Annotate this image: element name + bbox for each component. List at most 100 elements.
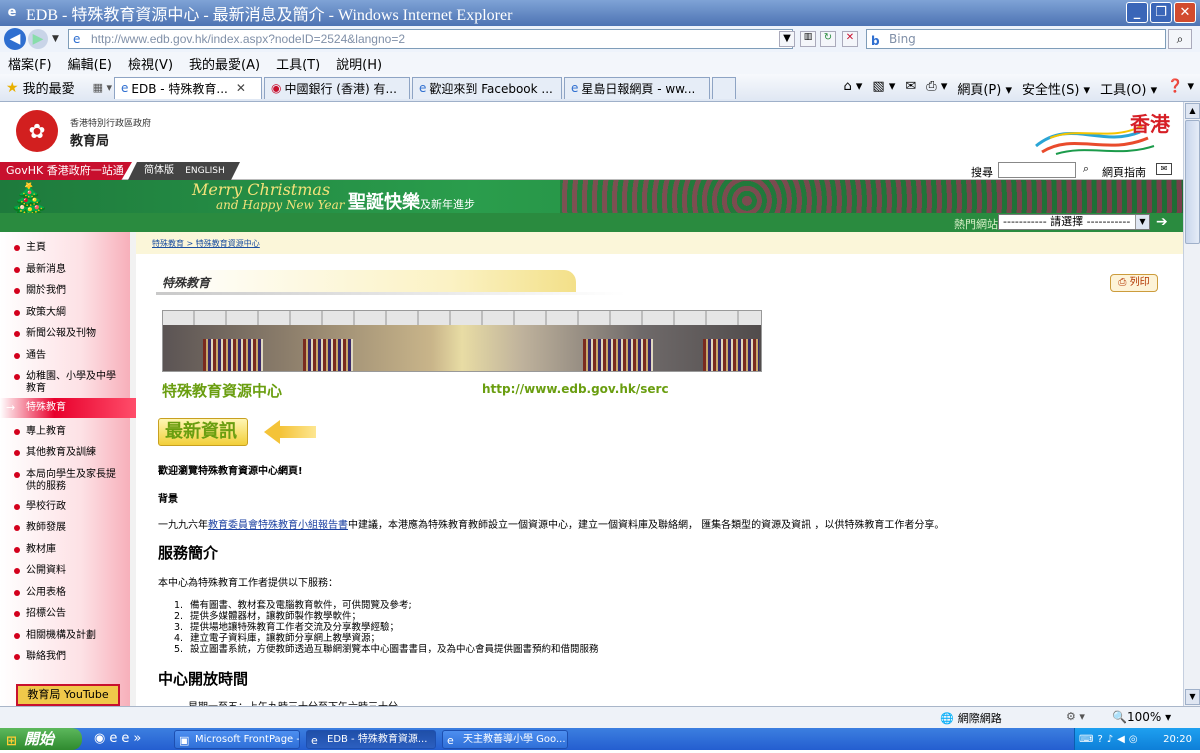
minimize-button[interactable]: _ bbox=[1126, 2, 1148, 23]
menu-view[interactable]: 檢視(V) bbox=[128, 54, 173, 73]
menu-favorites[interactable]: 我的最愛(A) bbox=[189, 54, 260, 73]
sidebar-item-public-info[interactable]: 公開資料 bbox=[0, 565, 130, 577]
tab-edb[interactable]: e EDB - 特殊教育... ✕ bbox=[114, 76, 262, 99]
taskbar-frontpage[interactable]: ▣Microsoft FrontPage - ... bbox=[174, 730, 300, 749]
site-search-input[interactable] bbox=[998, 162, 1076, 178]
sidebar-item-resources[interactable]: 教材庫 bbox=[0, 544, 130, 556]
zoom-control[interactable]: 🔍100% ▾ bbox=[1112, 710, 1171, 724]
menu-help[interactable]: 說明(H) bbox=[336, 54, 382, 73]
sidebar-item-related-orgs[interactable]: 相關機構及計劃 bbox=[0, 630, 130, 642]
help-icon[interactable]: ❓ ▾ bbox=[1167, 79, 1194, 98]
tab-singtao[interactable]: e 星島日報網頁 - ww... bbox=[564, 76, 710, 99]
sidebar-item-school-admin[interactable]: 學校行政 bbox=[0, 501, 130, 513]
sidebar-item-home[interactable]: 主頁 bbox=[0, 242, 130, 254]
tab-facebook[interactable]: e 歡迎來到 Facebook ... bbox=[412, 76, 562, 99]
taskbar-edb[interactable]: e EDB - 特殊教育資源... bbox=[306, 730, 436, 749]
youtube-banner[interactable]: 教育局 YouTube bbox=[16, 684, 120, 706]
taskbar-catholic-school[interactable]: e 天主教善導小學 Goo... bbox=[442, 730, 568, 749]
sidebar-item-about[interactable]: 關於我們 bbox=[0, 285, 130, 297]
close-tab-icon[interactable]: ✕ bbox=[236, 81, 246, 95]
refresh-icon[interactable]: ↻ bbox=[820, 31, 836, 47]
new-tab-button[interactable] bbox=[712, 76, 736, 99]
zone-indicator: 🌐 網際網路 bbox=[940, 711, 1002, 726]
forward-button[interactable]: ▶ bbox=[28, 29, 48, 49]
contact-mail-icon[interactable]: ✉ bbox=[1156, 163, 1172, 175]
sidebar-item-teacher-dev[interactable]: 教師發展 bbox=[0, 522, 130, 534]
search-icon[interactable]: ⌕ bbox=[1168, 29, 1192, 49]
sidebar-item-policy[interactable]: 政策大綱 bbox=[0, 307, 130, 319]
frontpage-icon: ▣ bbox=[179, 734, 190, 747]
mail-icon[interactable]: ✉ bbox=[905, 79, 916, 98]
scroll-thumb[interactable] bbox=[1185, 120, 1200, 244]
close-button[interactable]: ✕ bbox=[1174, 2, 1196, 23]
menu-file[interactable]: 檔案(F) bbox=[8, 54, 52, 73]
menu-edit[interactable]: 編輯(E) bbox=[68, 54, 112, 73]
dept-name[interactable]: 教育局 bbox=[70, 130, 109, 149]
breadcrumb[interactable]: 特殊教育 > 特殊教育資源中心 bbox=[152, 238, 260, 249]
protected-mode-icon[interactable]: ⚙ ▾ bbox=[1066, 710, 1085, 723]
overflow-icon[interactable]: » bbox=[133, 731, 141, 746]
sidebar-item-services[interactable]: 本局向學生及家長提供的服務 bbox=[0, 469, 118, 493]
hot-sites-select[interactable]: ----------- 請選擇 ----------- ▼ bbox=[998, 214, 1150, 230]
favorites-button[interactable]: ★ 我的最愛 bbox=[6, 78, 75, 98]
print-icon[interactable]: ⎙ ▾ bbox=[926, 79, 947, 98]
quick-tabs-icon[interactable]: ▦ ▾ bbox=[93, 81, 112, 94]
compat-view-icon[interactable]: ▥ bbox=[800, 31, 816, 47]
sidebar-item-special-edu[interactable]: 特殊教育 bbox=[0, 398, 136, 418]
sidebar-item-other-edu[interactable]: 其他教育及訓練 bbox=[0, 447, 130, 459]
back-icon[interactable]: ◀ bbox=[1117, 734, 1125, 745]
breadcrumb-bar: 特殊教育 > 特殊教育資源中心 bbox=[136, 232, 1183, 254]
hot-sites-value: ----------- 請選擇 ----------- bbox=[1003, 215, 1131, 228]
ime-icon[interactable]: ⌨ bbox=[1079, 734, 1093, 745]
lang-sc-link[interactable]: 简体版 bbox=[144, 165, 174, 176]
home-icon[interactable]: ⌂ ▾ bbox=[844, 79, 863, 98]
history-dropdown-icon[interactable]: ▼ bbox=[52, 34, 59, 44]
govhk-link[interactable]: GovHK 香港政府一站通 bbox=[0, 162, 132, 180]
tab-boc[interactable]: ◉ 中國銀行 (香港) 有... bbox=[264, 76, 410, 99]
menu-bar: 檔案(F) 編輯(E) 檢視(V) 我的最愛(A) 工具(T) 說明(H) bbox=[0, 52, 1200, 74]
hours-line: 星期一至五：上午九時三十分至下午六時三十分 bbox=[188, 698, 398, 706]
address-url[interactable]: http://www.edb.gov.hk/index.aspx?nodeID=… bbox=[91, 32, 405, 46]
go-arrow-icon[interactable]: ➔ bbox=[1156, 214, 1168, 230]
sidebar-item-school-edu[interactable]: 幼稚園、小學及中學教育 bbox=[0, 371, 122, 395]
sidebar-item-contact[interactable]: 聯絡我們 bbox=[0, 651, 130, 663]
banner-merry-christmas: Merry Christmas bbox=[192, 180, 331, 199]
sidebar-item-tenders[interactable]: 招標公告 bbox=[0, 608, 130, 620]
sidebar-item-forms[interactable]: 公用表格 bbox=[0, 587, 130, 599]
chevron-down-icon[interactable]: ▼ bbox=[1135, 215, 1149, 229]
sidebar-item-press[interactable]: 新聞公報及刊物 bbox=[0, 328, 130, 340]
back-button[interactable]: ◀ bbox=[4, 28, 26, 50]
stop-icon[interactable]: ✕ bbox=[842, 31, 858, 47]
search-field[interactable]: b Bing bbox=[866, 29, 1166, 49]
sitemap-link[interactable]: 網頁指南 bbox=[1102, 164, 1146, 180]
status-bar: 🌐 網際網路 ⚙ ▾ 🔍100% ▾ bbox=[0, 706, 1200, 728]
maximize-button[interactable]: ❐ bbox=[1150, 2, 1172, 23]
print-button[interactable]: ⎙ 列印 bbox=[1110, 274, 1158, 292]
sidebar-item-news[interactable]: 最新消息 bbox=[0, 264, 130, 276]
address-field[interactable]: e http://www.edb.gov.hk/index.aspx?nodeI… bbox=[68, 29, 795, 49]
safety-menu[interactable]: 安全性(S) ▾ bbox=[1022, 79, 1090, 98]
address-dropdown-icon[interactable]: ▼ bbox=[779, 31, 795, 47]
feeds-icon[interactable]: ▧ ▾ bbox=[872, 79, 895, 98]
start-button[interactable]: ⊞ 開始 bbox=[0, 728, 82, 750]
list-item: 5. 設立圖書系統，方便教師透過互聯網瀏覽本中心圖書書目，及為中心會員提供圖書預約… bbox=[174, 644, 599, 655]
menu-tools[interactable]: 工具(T) bbox=[276, 54, 320, 73]
tools-menu[interactable]: 工具(O) ▾ bbox=[1100, 79, 1157, 98]
scroll-up-icon[interactable]: ▲ bbox=[1185, 103, 1200, 119]
sidebar-item-circulars[interactable]: 通告 bbox=[0, 350, 130, 362]
ie-icon: e bbox=[311, 734, 318, 747]
ie-icon[interactable]: e bbox=[121, 731, 129, 746]
lang-en-link[interactable]: ENGLISH bbox=[185, 166, 225, 176]
site-search-icon[interactable]: ⌕ bbox=[1078, 162, 1094, 178]
firefox-icon[interactable]: ◉ bbox=[94, 731, 105, 746]
vertical-scrollbar[interactable]: ▲ ▼ bbox=[1183, 102, 1200, 706]
ie-icon[interactable]: e bbox=[109, 731, 117, 746]
help-icon[interactable]: ? bbox=[1097, 734, 1102, 745]
report-link[interactable]: 教育委員會特殊教育小組報告書 bbox=[208, 520, 348, 531]
volume-icon[interactable]: ♪ bbox=[1107, 734, 1113, 745]
scroll-down-icon[interactable]: ▼ bbox=[1185, 689, 1200, 705]
search-placeholder: Bing bbox=[889, 32, 916, 46]
sidebar-item-post-secondary[interactable]: 專上教育 bbox=[0, 426, 130, 438]
page-menu[interactable]: 網頁(P) ▾ bbox=[957, 79, 1012, 98]
network-icon[interactable]: ◎ bbox=[1129, 734, 1138, 745]
